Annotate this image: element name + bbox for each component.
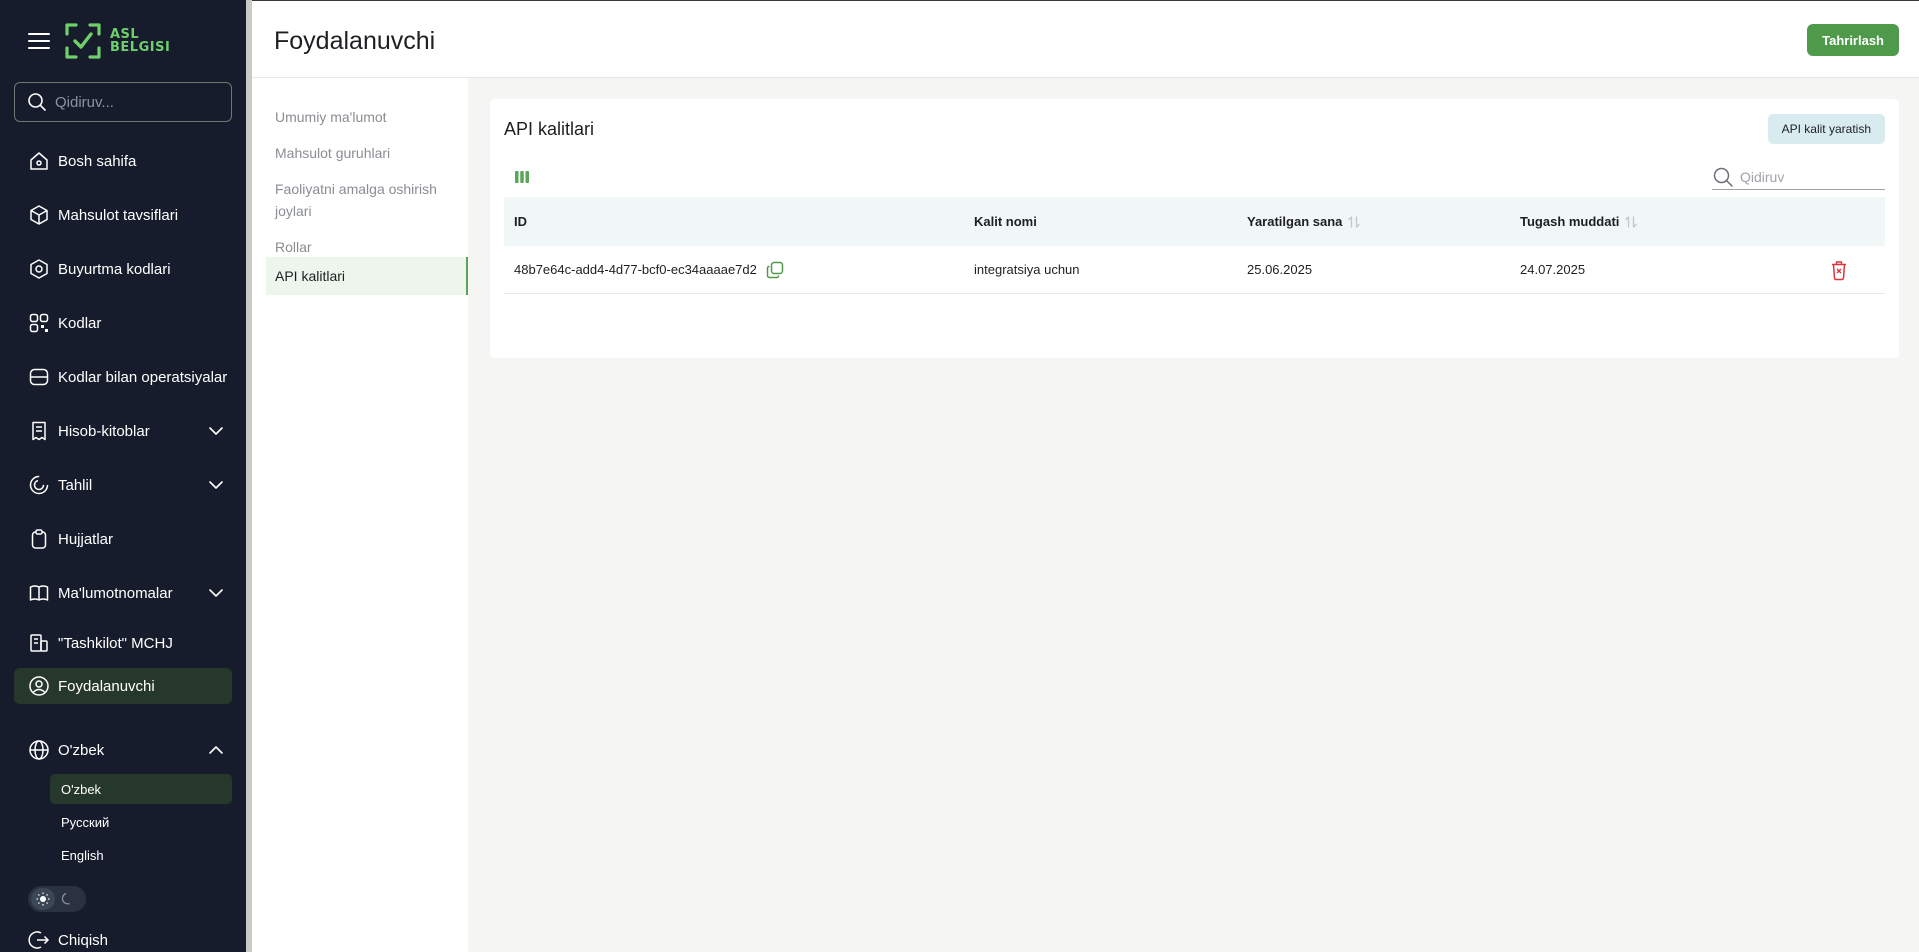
cell-name: integratsiya uchun — [974, 262, 1080, 277]
subnav-item-api-keys[interactable]: API kalitlari — [266, 257, 468, 295]
subnav-item-locations[interactable]: Faoliyatni amalga oshirish joylari — [266, 170, 468, 230]
clipboard-icon — [28, 528, 50, 550]
sidebar-item-label: Ma'lumotnomalar — [58, 584, 173, 602]
logout-icon — [28, 929, 50, 951]
menu-toggle-icon[interactable] — [28, 33, 50, 49]
sidebar-item-kodlar[interactable]: Kodlar — [14, 296, 232, 350]
column-id: ID — [514, 214, 527, 229]
sidebar-item-hisob-kitoblar[interactable]: Hisob-kitoblar — [14, 404, 232, 458]
sidebar-search — [14, 82, 232, 122]
analytics-icon — [28, 474, 50, 496]
chevron-up-icon[interactable] — [208, 742, 224, 758]
chevron-down-icon[interactable] — [208, 585, 224, 601]
columns-icon[interactable] — [514, 169, 530, 185]
moon-icon[interactable] — [55, 888, 79, 910]
column-created-label: Yaratilgan sana — [1247, 214, 1343, 229]
trash-icon[interactable] — [1829, 259, 1849, 281]
sidebar-header: ASL BELGISI — [28, 22, 170, 60]
sidebar-item-malumotnomalar[interactable]: Ma'lumotnomalar — [14, 566, 232, 620]
profile-subnav: Umumiy ma'lumot Mahsulot guruhlari Faoli… — [252, 78, 468, 952]
logout-label: Chiqish — [58, 931, 109, 949]
sidebar-item-label: Hisob-kitoblar — [58, 422, 150, 440]
search-icon — [28, 93, 46, 111]
api-keys-card: API kalitlari API kalit yaratish ID Kali… — [490, 99, 1899, 358]
sidebar-item-bosh-sahifa[interactable]: Bosh sahifa — [14, 134, 232, 188]
api-keys-title: API kalitlari — [504, 119, 595, 139]
cell-id: 48b7e64c-add4-4d77-bcf0-ec34aaaae7d2 — [504, 260, 974, 280]
sidebar-item-label: Foydalanuvchi — [58, 677, 155, 695]
sort-icon[interactable] — [1625, 215, 1638, 229]
sidebar-item-label: Buyurtma kodlari — [58, 260, 171, 278]
receipt-icon — [28, 420, 50, 442]
chevron-down-icon[interactable] — [208, 423, 224, 439]
sort-icon[interactable] — [1348, 215, 1361, 229]
subnav-item-product-groups[interactable]: Mahsulot guruhlari — [266, 134, 468, 172]
globe-icon — [28, 739, 50, 761]
language-option-english[interactable]: English — [50, 840, 232, 870]
logo-text: ASL BELGISI — [110, 28, 170, 54]
sidebar-item-label: "Tashkilot" MCHJ — [58, 634, 173, 652]
table-search-input[interactable] — [1740, 169, 1880, 185]
logout-button[interactable]: Chiqish — [14, 928, 232, 952]
chevron-down-icon[interactable] — [208, 477, 224, 493]
table-row: 48b7e64c-add4-4d77-bcf0-ec34aaaae7d2 int… — [504, 246, 1885, 294]
cell-actions — [1793, 259, 1885, 281]
logo-line-2: BELGISI — [110, 40, 171, 55]
sidebar-item-label: Hujjatlar — [58, 530, 114, 548]
theme-toggle[interactable] — [28, 886, 86, 912]
table-search — [1712, 165, 1885, 190]
copy-icon[interactable] — [765, 260, 785, 280]
subnav-item-general-info[interactable]: Umumiy ma'lumot — [266, 98, 468, 136]
create-api-key-button[interactable]: API kalit yaratish — [1767, 114, 1885, 144]
sidebar-item-tashkilot[interactable]: "Tashkilot" MCHJ — [14, 620, 232, 666]
sidebar-search-input[interactable] — [55, 93, 215, 111]
search-icon — [1713, 167, 1733, 187]
scan-icon — [28, 366, 50, 388]
column-expires[interactable]: Tugash muddati — [1520, 214, 1793, 229]
sidebar-item-label: Kodlar bilan operatsiyalar — [58, 368, 228, 386]
page-title: Foydalanuvchi — [274, 27, 436, 55]
column-created[interactable]: Yaratilgan sana — [1247, 214, 1520, 229]
sidebar-item-label: Mahsulot tavsiflari — [58, 206, 179, 224]
sidebar-item-label: Kodlar — [58, 314, 102, 332]
brand-logo[interactable]: ASL BELGISI — [64, 22, 170, 60]
column-expires-label: Tugash muddati — [1520, 214, 1620, 229]
edit-button[interactable]: Tahrirlash — [1807, 24, 1899, 56]
sidebar-item-hujjatlar[interactable]: Hujjatlar — [14, 512, 232, 566]
cell-expires: 24.07.2025 — [1520, 262, 1586, 277]
table-empty-area — [504, 294, 1885, 355]
sidebar-item-label: Bosh sahifa — [58, 152, 137, 170]
sidebar-item-foydalanuvchi[interactable]: Foydalanuvchi — [14, 668, 232, 704]
language-label: O'zbek — [58, 741, 105, 759]
sidebar-item-label: Tahlil — [58, 476, 93, 494]
book-icon — [28, 582, 50, 604]
cell-created: 25.06.2025 — [1247, 262, 1313, 277]
sidebar-item-mahsulot-tavsiflari[interactable]: Mahsulot tavsiflari — [14, 188, 232, 242]
table-header: ID Kalit nomi Yaratilgan sana Tugash mud… — [504, 197, 1885, 246]
logo-mark-icon — [65, 23, 101, 59]
api-key-id: 48b7e64c-add4-4d77-bcf0-ec34aaaae7d2 — [514, 262, 757, 277]
api-keys-table: ID Kalit nomi Yaratilgan sana Tugash mud… — [504, 197, 1885, 355]
qr-code-icon — [28, 312, 50, 334]
home-icon — [28, 150, 50, 172]
building-icon — [28, 632, 50, 654]
user-icon — [28, 675, 50, 697]
page-header: Foydalanuvchi Tahrirlash — [252, 0, 1919, 78]
language-option-uzbek[interactable]: O'zbek — [50, 774, 232, 804]
sidebar-item-kodlar-operatsiyalar[interactable]: Kodlar bilan operatsiyalar — [14, 350, 232, 404]
sidebar: ASL BELGISI Bosh sahifa Mahsulot tavsifl… — [0, 0, 246, 952]
sidebar-item-tahlil[interactable]: Tahlil — [14, 458, 232, 512]
column-name: Kalit nomi — [974, 214, 1037, 229]
box-gear-icon — [28, 258, 50, 280]
box-icon — [28, 204, 50, 226]
sidebar-item-buyurtma-kodlari[interactable]: Buyurtma kodlari — [14, 242, 232, 296]
language-option-russian[interactable]: Русский — [50, 807, 232, 837]
language-selector[interactable]: O'zbek — [14, 723, 232, 777]
sun-icon[interactable] — [31, 888, 55, 910]
sidebar-nav: Bosh sahifa Mahsulot tavsiflari Buyurtma… — [14, 134, 232, 704]
